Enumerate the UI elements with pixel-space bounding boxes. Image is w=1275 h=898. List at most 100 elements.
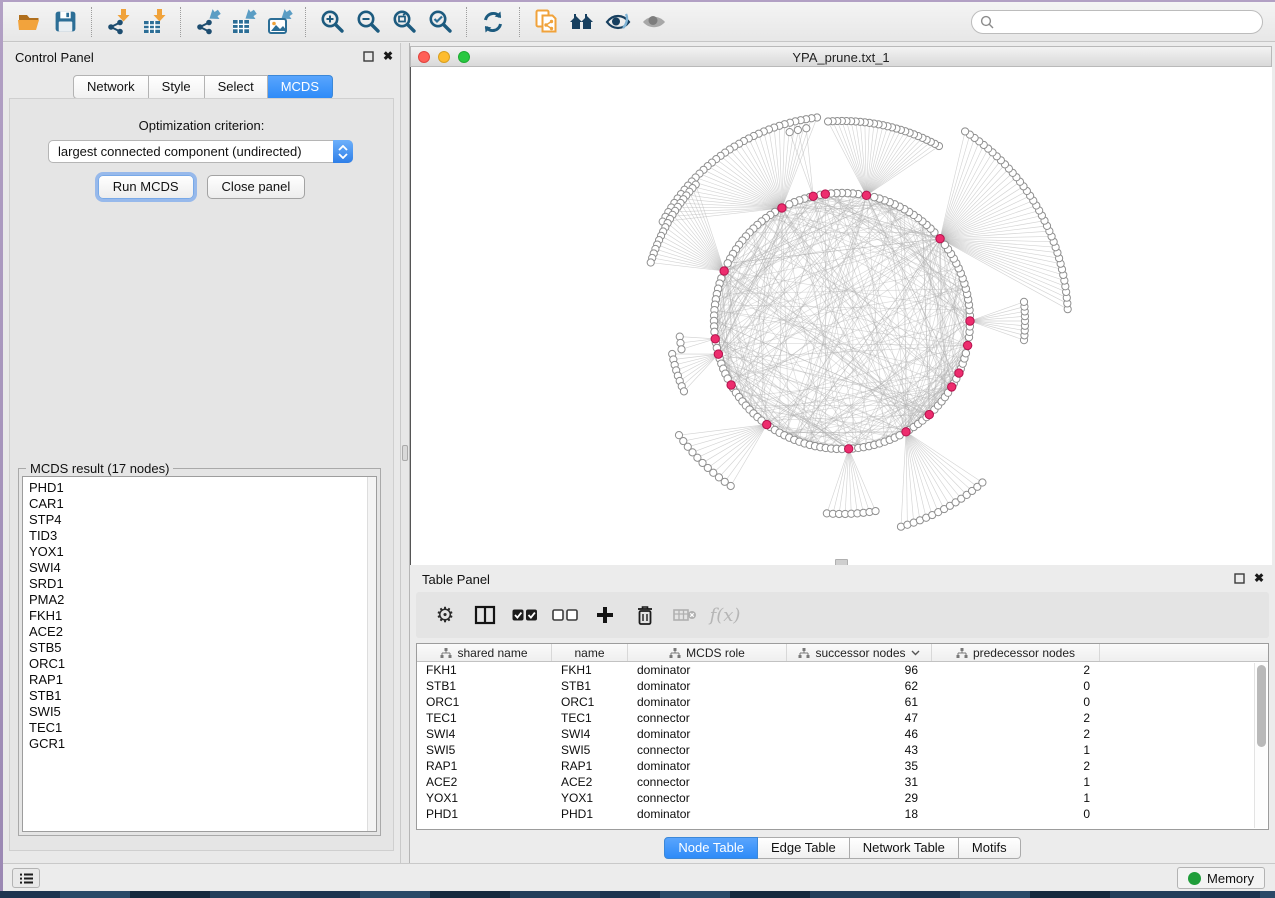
zoom-fit-icon[interactable] xyxy=(386,6,422,38)
mcds-result-item[interactable]: SRD1 xyxy=(23,576,376,592)
toolbar-separator xyxy=(519,7,520,37)
cell-shared-name: SWI4 xyxy=(417,726,552,742)
mcds-result-item[interactable]: STB1 xyxy=(23,688,376,704)
right-column: YPA_prune.txt_1 Table Panel ✖ ⚙ xyxy=(410,43,1275,863)
close-panel-icon[interactable]: ✖ xyxy=(383,50,393,62)
table-scrollbar-thumb[interactable] xyxy=(1257,665,1266,747)
cell-shared-name: SWI5 xyxy=(417,742,552,758)
mcds-result-item[interactable]: STB5 xyxy=(23,640,376,656)
column-header-name[interactable]: name xyxy=(552,644,628,661)
node-table[interactable]: shared namenameMCDS rolesuccessor nodesp… xyxy=(416,643,1269,830)
mcds-result-item[interactable]: SWI4 xyxy=(23,560,376,576)
tab-style[interactable]: Style xyxy=(149,75,205,99)
mcds-result-list[interactable]: PHD1CAR1STP4TID3YOX1SWI4SRD1PMA2FKH1ACE2… xyxy=(22,476,377,832)
clone-network-icon[interactable] xyxy=(528,6,564,38)
mcds-result-item[interactable]: STP4 xyxy=(23,512,376,528)
mcds-result-item[interactable]: GCR1 xyxy=(23,736,376,752)
import-network-icon[interactable] xyxy=(100,6,136,38)
search-input[interactable] xyxy=(1000,15,1262,29)
delete-table-icon[interactable] xyxy=(670,600,700,630)
cell-MCDS-role: dominator xyxy=(628,694,787,710)
tab-edge-table[interactable]: Edge Table xyxy=(758,837,850,859)
export-network-icon[interactable] xyxy=(189,6,225,38)
memory-button[interactable]: Memory xyxy=(1177,867,1265,889)
zoom-out-icon[interactable] xyxy=(350,6,386,38)
tab-mcds[interactable]: MCDS xyxy=(268,75,333,99)
mcds-result-item[interactable]: ACE2 xyxy=(23,624,376,640)
table-row[interactable]: PHD1PHD1dominator180 xyxy=(417,806,1268,822)
table-scrollbar[interactable] xyxy=(1254,663,1267,828)
cell-successor-nodes: 18 xyxy=(787,806,932,822)
task-list-icon xyxy=(19,872,34,885)
table-options-gear-icon[interactable]: ⚙ xyxy=(430,600,460,630)
table-row[interactable]: YOX1YOX1connector291 xyxy=(417,790,1268,806)
mcds-list-scrollbar[interactable] xyxy=(367,477,376,831)
table-row[interactable]: RAP1RAP1dominator352 xyxy=(417,758,1268,774)
float-panel-icon[interactable] xyxy=(363,51,374,62)
column-header-predecessor-nodes[interactable]: predecessor nodes xyxy=(932,644,1100,661)
control-panel-header: Control Panel ✖ xyxy=(3,43,403,69)
import-table-icon[interactable] xyxy=(136,6,172,38)
network-view-titlebar[interactable]: YPA_prune.txt_1 xyxy=(410,46,1272,67)
show-all-eye-icon[interactable] xyxy=(636,6,672,38)
table-row[interactable]: FKH1FKH1dominator962 xyxy=(417,662,1268,678)
mcds-result-item[interactable]: CAR1 xyxy=(23,496,376,512)
column-header-MCDS-role[interactable]: MCDS role xyxy=(628,644,787,661)
mcds-result-item[interactable]: ORC1 xyxy=(23,656,376,672)
mcds-result-item[interactable]: FKH1 xyxy=(23,608,376,624)
first-neighbors-icon[interactable] xyxy=(564,6,600,38)
mcds-result-item[interactable]: TEC1 xyxy=(23,720,376,736)
cell-MCDS-role: connector xyxy=(628,774,787,790)
mcds-result-title: MCDS result (17 nodes) xyxy=(26,461,173,476)
tab-node-table[interactable]: Node Table xyxy=(664,837,758,859)
delete-column-trash-icon[interactable] xyxy=(630,600,660,630)
hide-selected-eye-icon[interactable] xyxy=(600,6,636,38)
mcds-result-item[interactable]: TID3 xyxy=(23,528,376,544)
mcds-result-item[interactable]: PMA2 xyxy=(23,592,376,608)
close-table-panel-icon[interactable]: ✖ xyxy=(1254,572,1264,584)
tab-network[interactable]: Network xyxy=(73,75,149,99)
select-all-icon[interactable] xyxy=(510,600,540,630)
task-monitor-button[interactable] xyxy=(12,868,40,888)
save-session-icon[interactable] xyxy=(47,6,83,38)
table-row[interactable]: ACE2ACE2connector311 xyxy=(417,774,1268,790)
splitter-handle[interactable] xyxy=(402,445,408,461)
optimization-criterion-select[interactable]: largest connected component (undirected) xyxy=(48,140,353,163)
mcds-result-item[interactable]: YOX1 xyxy=(23,544,376,560)
search-field[interactable] xyxy=(971,10,1263,34)
table-row[interactable]: SWI4SWI4dominator462 xyxy=(417,726,1268,742)
export-table-icon[interactable] xyxy=(225,6,261,38)
table-row[interactable]: SWI5SWI5connector431 xyxy=(417,742,1268,758)
deselect-all-icon[interactable] xyxy=(550,600,580,630)
run-mcds-button[interactable]: Run MCDS xyxy=(98,175,194,199)
zoom-in-icon[interactable] xyxy=(314,6,350,38)
network-canvas[interactable] xyxy=(410,67,1272,565)
tab-network-table[interactable]: Network Table xyxy=(850,837,959,859)
table-row[interactable]: TEC1TEC1connector472 xyxy=(417,710,1268,726)
vertical-splitter[interactable] xyxy=(400,43,410,863)
mcds-result-item[interactable]: RAP1 xyxy=(23,672,376,688)
column-header-successor-nodes[interactable]: successor nodes xyxy=(787,644,932,661)
mcds-result-item[interactable]: PHD1 xyxy=(23,480,376,496)
mcds-result-item[interactable]: SWI5 xyxy=(23,704,376,720)
toggle-panel-icon[interactable] xyxy=(470,600,500,630)
cell-MCDS-role: connector xyxy=(628,742,787,758)
add-column-plus-icon[interactable] xyxy=(590,600,620,630)
table-row[interactable]: ORC1ORC1dominator610 xyxy=(417,694,1268,710)
float-table-panel-icon[interactable] xyxy=(1234,573,1245,584)
function-builder-icon[interactable]: f(x) xyxy=(710,600,740,630)
tab-select[interactable]: Select xyxy=(205,75,268,99)
zoom-selected-icon[interactable] xyxy=(422,6,458,38)
refresh-styles-icon[interactable] xyxy=(475,6,511,38)
table-row[interactable]: STB1STB1dominator620 xyxy=(417,678,1268,694)
cell-predecessor-nodes: 2 xyxy=(932,710,1100,726)
open-file-icon[interactable] xyxy=(11,6,47,38)
column-header-shared-name[interactable]: shared name xyxy=(417,644,552,661)
control-panel: Control Panel ✖ NetworkStyleSelectMCDS O… xyxy=(3,43,403,863)
cell-shared-name: PHD1 xyxy=(417,806,552,822)
export-image-icon[interactable] xyxy=(261,6,297,38)
tab-motifs[interactable]: Motifs xyxy=(959,837,1021,859)
folder-open-icon xyxy=(16,9,42,35)
toolbar-separator xyxy=(305,7,306,37)
close-panel-button[interactable]: Close panel xyxy=(207,175,306,199)
